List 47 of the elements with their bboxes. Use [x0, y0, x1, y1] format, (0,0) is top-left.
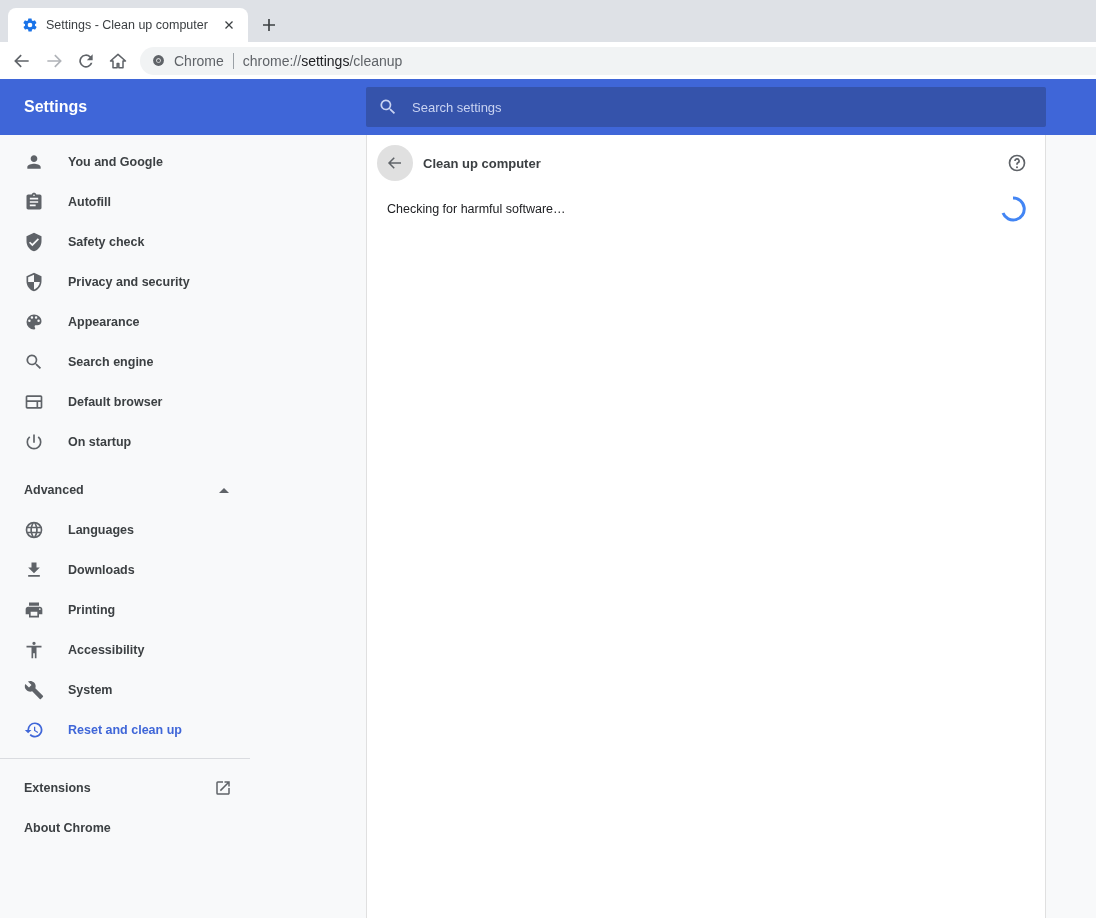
gear-icon: [22, 17, 38, 33]
sidebar-item[interactable]: Autofill: [0, 182, 250, 222]
site-label: Chrome: [174, 52, 224, 69]
advanced-toggle[interactable]: Advanced: [0, 470, 250, 510]
power-icon: [24, 432, 44, 452]
globe-icon: [24, 520, 44, 540]
spinner-icon: [999, 195, 1027, 223]
sidebar-item[interactable]: Accessibility: [0, 630, 250, 670]
help-icon[interactable]: [1007, 153, 1027, 173]
search-field[interactable]: Search settings: [366, 87, 1046, 127]
browser-window-icon: [24, 392, 44, 412]
shield-icon: [24, 272, 44, 292]
history-icon: [24, 720, 44, 740]
back-button[interactable]: [377, 145, 413, 181]
sidebar-item[interactable]: On startup: [0, 422, 250, 462]
sidebar-item[interactable]: Languages: [0, 510, 250, 550]
status-text: Checking for harmful software…: [387, 202, 566, 216]
settings-title: Settings: [23, 98, 89, 116]
new-tab-icon[interactable]: [260, 16, 278, 34]
sidebar-item[interactable]: Reset and clean up: [0, 710, 250, 750]
search-icon: [24, 352, 44, 372]
wrench-icon: [24, 680, 44, 700]
page-title: Clean up computer: [423, 155, 542, 171]
sidebar-item[interactable]: System: [0, 670, 250, 710]
shield-check-icon: [24, 232, 44, 252]
address-bar[interactable]: Chrome chrome://settings/cleanup: [140, 46, 1096, 75]
browser-tab[interactable]: Settings - Clean up computer: [8, 8, 248, 42]
sidebar-item[interactable]: Search engine: [0, 342, 250, 382]
sidebar-item[interactable]: Appearance: [0, 302, 250, 342]
printer-icon: [24, 600, 44, 620]
sidebar-item[interactable]: Privacy and security: [0, 262, 250, 302]
sidebar-item[interactable]: Default browser: [0, 382, 250, 422]
sidebar-item[interactable]: You and Google: [0, 142, 250, 182]
arrow-left-icon: [386, 154, 404, 172]
browser-logo-icon: [152, 54, 165, 67]
sidebar-item[interactable]: Downloads: [0, 550, 250, 590]
sidebar-item[interactable]: Safety check: [0, 222, 250, 262]
clipboard-icon: [24, 192, 44, 212]
palette-icon: [24, 312, 44, 332]
external-link-icon: [214, 779, 232, 797]
sidebar-link[interactable]: About Chrome: [0, 808, 250, 848]
caret-icon: [219, 487, 229, 493]
person-standing-icon: [24, 640, 44, 660]
sidebar-item[interactable]: Printing: [0, 590, 250, 630]
sidebar-link[interactable]: Extensions: [0, 768, 250, 808]
tab-title: Settings - Clean up computer: [46, 18, 209, 32]
url-text: chrome://settings/cleanup: [242, 52, 403, 69]
